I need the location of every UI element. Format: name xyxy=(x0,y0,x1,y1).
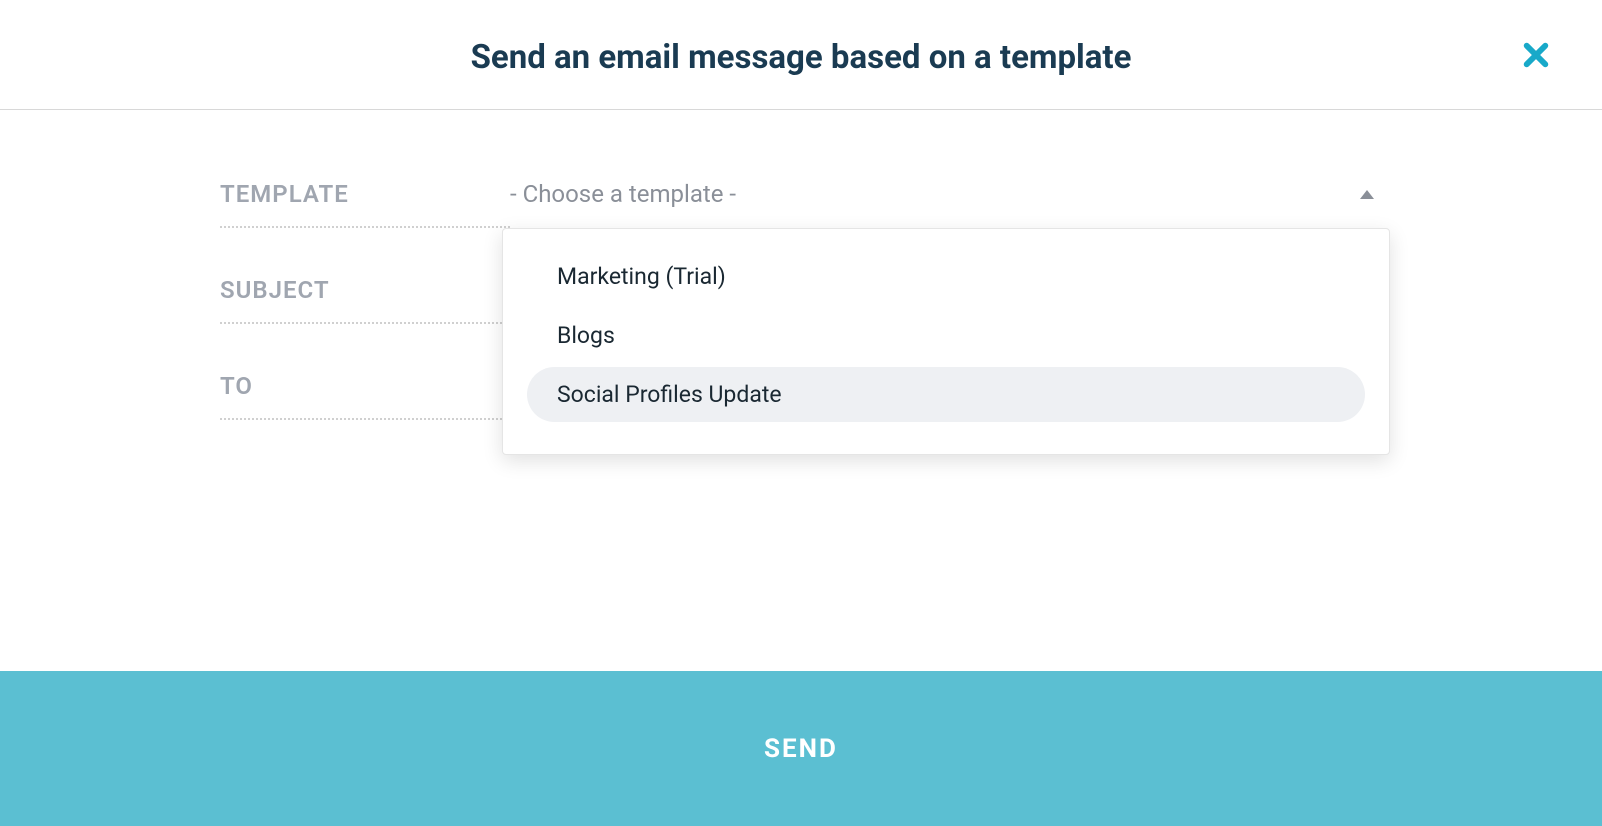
send-button[interactable]: SEND xyxy=(0,671,1602,826)
template-field: - Choose a template - Marketing (Trial) … xyxy=(510,180,1382,226)
to-label: TO xyxy=(220,372,510,420)
template-select-value: - Choose a template - xyxy=(510,180,736,208)
modal-body: TEMPLATE - Choose a template - Marketing… xyxy=(0,110,1602,671)
template-label: TEMPLATE xyxy=(220,180,510,228)
close-icon xyxy=(1522,41,1550,69)
subject-label: SUBJECT xyxy=(220,276,510,324)
caret-up-icon xyxy=(1360,190,1374,199)
modal-title: Send an email message based on a templat… xyxy=(40,38,1562,77)
template-dropdown: Marketing (Trial) Blogs Social Profiles … xyxy=(502,228,1390,455)
send-email-modal: Send an email message based on a templat… xyxy=(0,0,1602,826)
dropdown-item-marketing-trial[interactable]: Marketing (Trial) xyxy=(527,249,1365,304)
close-button[interactable] xyxy=(1520,39,1552,71)
template-row: TEMPLATE - Choose a template - Marketing… xyxy=(0,180,1602,228)
send-button-label: SEND xyxy=(764,734,838,764)
modal-header: Send an email message based on a templat… xyxy=(0,0,1602,110)
template-select[interactable]: - Choose a template - xyxy=(510,180,1382,226)
dropdown-item-blogs[interactable]: Blogs xyxy=(527,308,1365,363)
dropdown-item-social-profiles-update[interactable]: Social Profiles Update xyxy=(527,367,1365,422)
